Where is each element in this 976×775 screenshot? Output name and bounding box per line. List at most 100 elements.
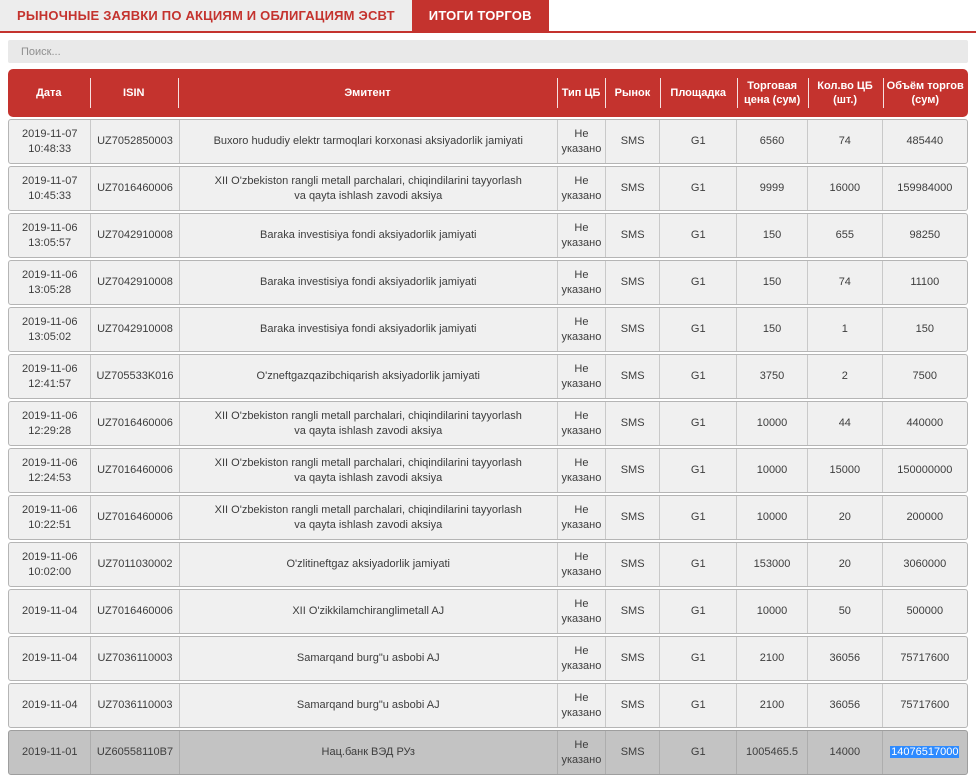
- cell-type: Не указано: [556, 355, 605, 398]
- cell-date: 2019-11-06 13:05:28: [21, 268, 78, 296]
- trades-table: Дата ISIN Эмитент Тип ЦБ Рынок Площадка …: [0, 69, 976, 775]
- cell-market: SMS: [604, 261, 660, 304]
- cell-isin: UZ7011030002: [90, 543, 178, 586]
- cell-price: 10000: [736, 402, 807, 445]
- cell-isin: UZ7016460006: [90, 167, 178, 210]
- cell-market: SMS: [604, 167, 660, 210]
- column-header-isin: ISIN: [89, 69, 178, 117]
- tab-market-orders[interactable]: РЫНОЧНЫЕ ЗАЯВКИ ПО АКЦИЯМ И ОБЛИГАЦИЯМ Э…: [0, 0, 412, 31]
- cell-qty: 36056: [806, 684, 882, 727]
- cell-platform: G1: [659, 402, 736, 445]
- table-row[interactable]: 2019-11-06 13:05:57 UZ7042910008 Baraka …: [8, 213, 968, 258]
- table-row[interactable]: 2019-11-06 13:05:02 UZ7042910008 Baraka …: [8, 307, 968, 352]
- cell-qty: 74: [806, 261, 882, 304]
- cell-platform: G1: [659, 167, 736, 210]
- table-row[interactable]: 2019-11-06 12:29:28 UZ7016460006 XII O'z…: [8, 401, 968, 446]
- cell-qty: 74: [806, 120, 882, 163]
- table-row[interactable]: 2019-11-06 10:22:51 UZ7016460006 XII O'z…: [8, 495, 968, 540]
- cell-emitent: Samarqand burg"u asbobi AJ: [178, 637, 557, 680]
- cell-price: 3750: [736, 355, 807, 398]
- table-row[interactable]: 2019-11-01 UZ60558110B7 Нац.банк ВЭД РУз…: [8, 730, 968, 775]
- cell-type: Не указано: [556, 496, 605, 539]
- cell-platform: G1: [659, 684, 736, 727]
- cell-isin: UZ7016460006: [90, 496, 178, 539]
- cell-volume: 159984000: [881, 167, 967, 210]
- column-header-platform: Площадка: [659, 69, 737, 117]
- table-header: Дата ISIN Эмитент Тип ЦБ Рынок Площадка …: [8, 69, 968, 117]
- cell-market: SMS: [604, 684, 660, 727]
- cell-emitent: Samarqand burg"u asbobi AJ: [178, 684, 557, 727]
- cell-type: Не указано: [556, 637, 605, 680]
- cell-market: SMS: [604, 496, 660, 539]
- table-row[interactable]: 2019-11-04 UZ7036110003 Samarqand burg"u…: [8, 636, 968, 681]
- table-body: 2019-11-07 10:48:33 UZ7052850003 Buxoro …: [8, 119, 968, 775]
- cell-date: 2019-11-07 10:48:33: [21, 127, 78, 155]
- cell-market: SMS: [604, 449, 660, 492]
- column-header-qty: Кол.во ЦБ (шт.): [807, 69, 883, 117]
- cell-date: 2019-11-04: [21, 605, 78, 618]
- cell-price: 2100: [736, 684, 807, 727]
- cell-type: Не указано: [556, 684, 605, 727]
- tab-bar: РЫНОЧНЫЕ ЗАЯВКИ ПО АКЦИЯМ И ОБЛИГАЦИЯМ Э…: [0, 0, 976, 33]
- search-bar: [0, 33, 976, 69]
- cell-volume: 440000: [881, 402, 967, 445]
- table-row[interactable]: 2019-11-06 12:41:57 UZ705533K016 O'zneft…: [8, 354, 968, 399]
- cell-qty: 655: [806, 214, 882, 257]
- cell-price: 150: [736, 261, 807, 304]
- cell-platform: G1: [659, 120, 736, 163]
- cell-isin: UZ7042910008: [90, 261, 178, 304]
- cell-platform: G1: [659, 355, 736, 398]
- cell-platform: G1: [659, 637, 736, 680]
- cell-qty: 44: [806, 402, 882, 445]
- table-row[interactable]: 2019-11-04 UZ7016460006 XII O'zikkilamch…: [8, 589, 968, 634]
- cell-type: Не указано: [556, 402, 605, 445]
- cell-isin: UZ7042910008: [90, 214, 178, 257]
- table-row[interactable]: 2019-11-06 13:05:28 UZ7042910008 Baraka …: [8, 260, 968, 305]
- cell-isin: UZ705533K016: [90, 355, 178, 398]
- table-row[interactable]: 2019-11-07 10:45:33 UZ7016460006 XII O'z…: [8, 166, 968, 211]
- cell-isin: UZ7016460006: [90, 590, 178, 633]
- cell-type: Не указано: [556, 167, 605, 210]
- table-row[interactable]: 2019-11-07 10:48:33 UZ7052850003 Buxoro …: [8, 119, 968, 164]
- tab-trade-results[interactable]: ИТОГИ ТОРГОВ: [411, 0, 549, 31]
- cell-date: 2019-11-06 10:02:00: [21, 550, 78, 578]
- table-row[interactable]: 2019-11-06 10:02:00 UZ7011030002 O'zliti…: [8, 542, 968, 587]
- column-header-market: Рынок: [605, 69, 660, 117]
- page: РЫНОЧНЫЕ ЗАЯВКИ ПО АКЦИЯМ И ОБЛИГАЦИЯМ Э…: [0, 0, 976, 775]
- cell-type: Не указано: [556, 543, 605, 586]
- search-input[interactable]: [8, 40, 968, 63]
- cell-volume: 98250: [881, 214, 967, 257]
- cell-price: 10000: [736, 590, 807, 633]
- cell-volume: 11100: [881, 261, 967, 304]
- cell-platform: G1: [659, 496, 736, 539]
- column-header-date: Дата: [36, 86, 62, 99]
- cell-volume: 75717600: [881, 684, 967, 727]
- cell-volume: 150000000: [881, 449, 967, 492]
- cell-date: 2019-11-06 12:24:53: [21, 456, 78, 484]
- cell-emitent: XII O'zbekiston rangli metall parchalari…: [178, 449, 557, 492]
- cell-volume: 150: [881, 308, 967, 351]
- cell-market: SMS: [604, 120, 660, 163]
- cell-price: 10000: [736, 496, 807, 539]
- cell-emitent: Baraka investisiya fondi aksiyadorlik ja…: [178, 308, 557, 351]
- cell-emitent: Baraka investisiya fondi aksiyadorlik ja…: [178, 214, 557, 257]
- table-row[interactable]: 2019-11-06 12:24:53 UZ7016460006 XII O'z…: [8, 448, 968, 493]
- cell-date: 2019-11-06 10:22:51: [21, 503, 78, 531]
- column-header-volume: Объём торгов (сум): [882, 69, 968, 117]
- cell-date: 2019-11-06 13:05:02: [21, 315, 78, 343]
- cell-platform: G1: [659, 214, 736, 257]
- cell-emitent: XII O'zbekiston rangli metall parchalari…: [178, 167, 557, 210]
- cell-isin: UZ7016460006: [90, 402, 178, 445]
- cell-type: Не указано: [556, 308, 605, 351]
- cell-emitent: XII O'zbekiston rangli metall parchalari…: [178, 496, 557, 539]
- cell-qty: 20: [806, 543, 882, 586]
- cell-date: 2019-11-07 10:45:33: [21, 174, 78, 202]
- cell-qty: 16000: [806, 167, 882, 210]
- cell-isin: UZ7052850003: [90, 120, 178, 163]
- cell-emitent: Baraka investisiya fondi aksiyadorlik ja…: [178, 261, 557, 304]
- cell-emitent: XII O'zbekiston rangli metall parchalari…: [178, 402, 557, 445]
- cell-isin: UZ7036110003: [90, 684, 178, 727]
- table-row[interactable]: 2019-11-04 UZ7036110003 Samarqand burg"u…: [8, 683, 968, 728]
- cell-date: 2019-11-06 13:05:57: [21, 221, 78, 249]
- cell-volume: 75717600: [881, 637, 967, 680]
